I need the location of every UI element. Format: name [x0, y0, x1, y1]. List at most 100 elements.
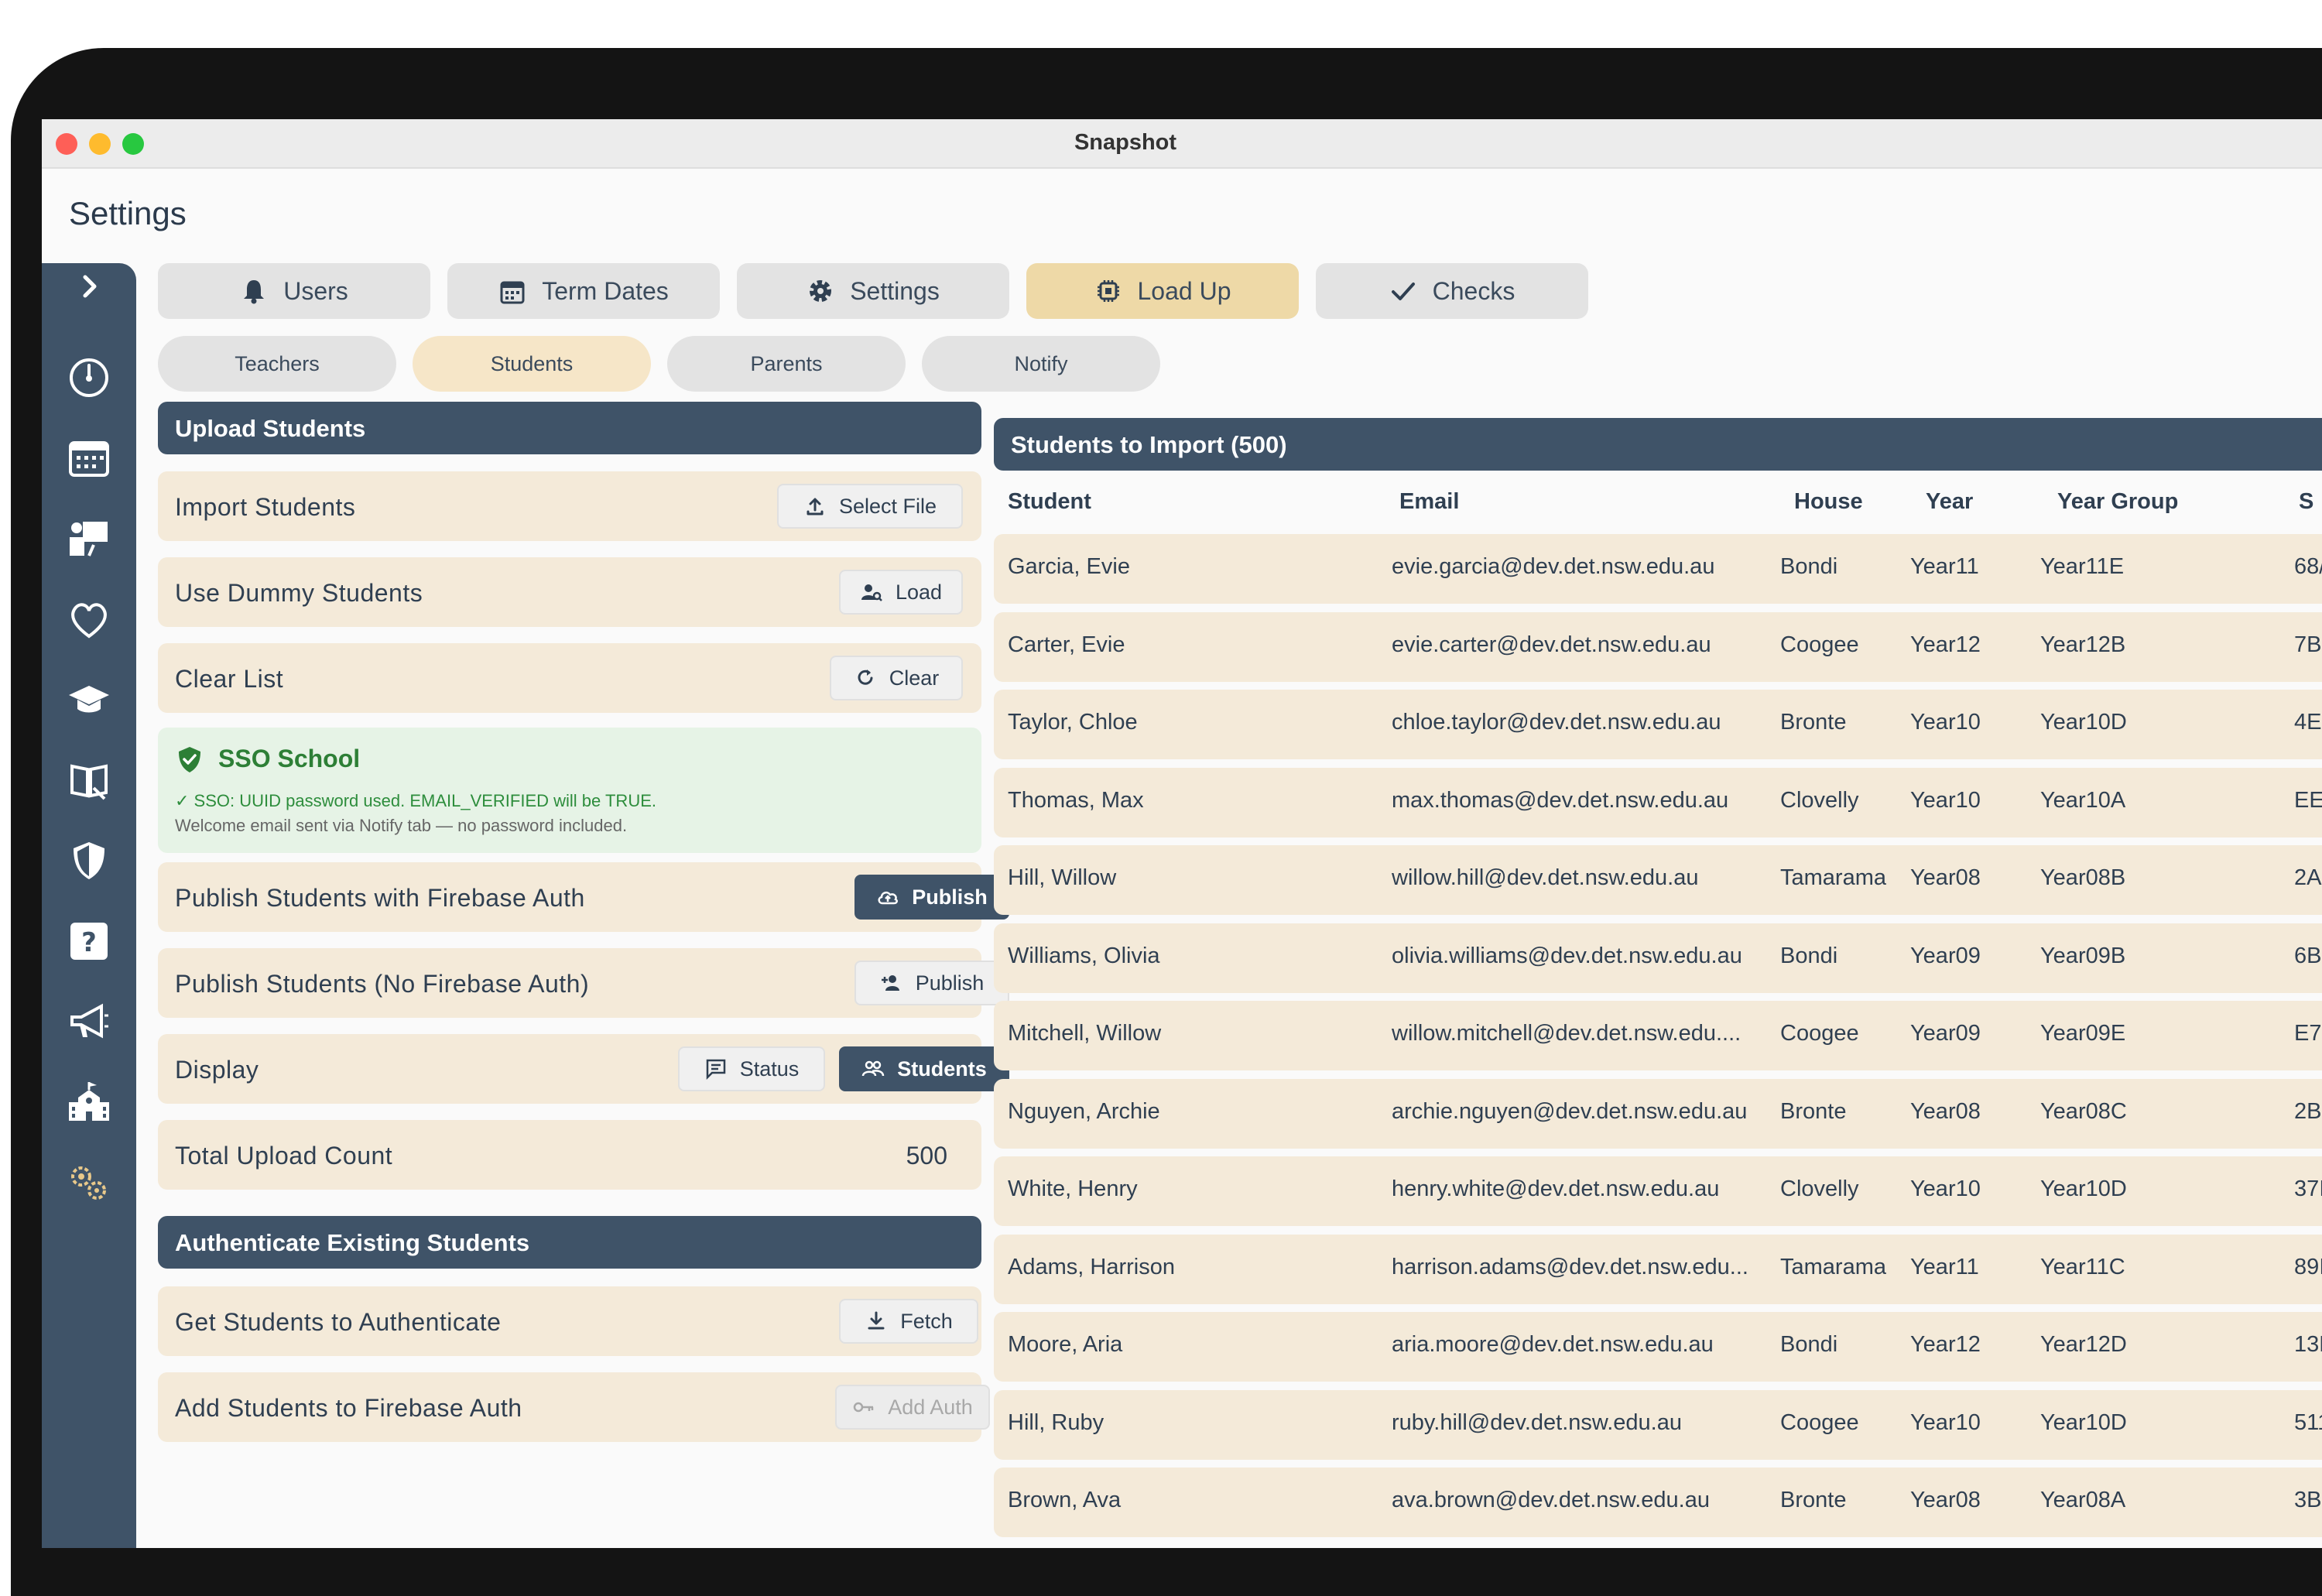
column-header-year[interactable]: Year [1926, 489, 1973, 515]
tab-users-label: Users [283, 276, 348, 305]
help-icon[interactable]: ? [66, 918, 112, 964]
email-cell: max.thomas@dev.det.nsw.edu.au [1392, 787, 1729, 813]
student-name-cell: Carter, Evie [1008, 632, 1125, 657]
clear-list-label: Clear List [175, 665, 284, 693]
subtab-students[interactable]: Students [413, 336, 651, 392]
table-row[interactable]: Hill, Ruby ruby.hill@dev.det.nsw.edu.au Co… [994, 1389, 2322, 1460]
tab-users[interactable]: Users [158, 263, 430, 319]
publish-with-auth-button[interactable]: Publish [854, 875, 1009, 920]
gear-icon [810, 280, 832, 302]
student-name-cell: Moore, Aria [1008, 1332, 1123, 1357]
table-row[interactable]: Mitchell, Willow willow.mitchell@dev.det.… [994, 1001, 2322, 1070]
tab-settings[interactable]: Settings [737, 263, 1009, 319]
subtab-notify[interactable]: Notify [922, 336, 1160, 392]
id-cell: 3B1 [2294, 1488, 2322, 1512]
subtab-teachers[interactable]: Teachers [158, 336, 396, 392]
zoom-window-button[interactable] [122, 133, 144, 155]
student-name-cell: Garcia, Evie [1008, 554, 1130, 579]
load-button[interactable]: Load [839, 570, 963, 615]
tab-checks[interactable]: Checks [1316, 263, 1588, 319]
house-cell: Tamarama [1780, 865, 1886, 890]
book-icon[interactable] [66, 757, 112, 803]
dashboard-icon[interactable] [66, 354, 112, 401]
house-cell: Bondi [1780, 943, 1838, 968]
table-row[interactable]: Carter, Evie evie.carter@dev.det.nsw.edu.… [994, 611, 2322, 682]
year-cell: Year08 [1910, 865, 1981, 890]
subtab-students-label: Students [490, 351, 574, 375]
table-row[interactable]: Hill, Willow willow.hill@dev.det.nsw.edu.… [994, 845, 2322, 915]
tab-settings-label: Settings [850, 276, 940, 305]
house-cell: Coogee [1780, 632, 1859, 657]
year-cell: Year11 [1910, 554, 1979, 579]
student-name-cell: Mitchell, Willow [1008, 1021, 1162, 1046]
table-row[interactable]: Brown, Ava ava.brown@dev.det.nsw.edu.au Br… [994, 1468, 2322, 1537]
student-name-cell: Taylor, Chloe [1008, 710, 1138, 735]
table-row[interactable]: White, Henry henry.white@dev.det.nsw.edu.… [994, 1156, 2322, 1226]
teacher-icon[interactable] [66, 515, 112, 562]
fetch-label: Fetch [900, 1309, 953, 1333]
total-upload-count: 500 [906, 1142, 947, 1170]
id-cell: 511 [2294, 1409, 2322, 1435]
house-cell: Clovelly [1780, 787, 1859, 813]
publish-auth-row: Publish Students with Firebase Auth Publ… [158, 862, 1009, 932]
year-cell: Year11 [1910, 1254, 1979, 1279]
table-row[interactable]: Adams, Harrison harrison.adams@dev.det.ns… [994, 1234, 2322, 1304]
load-label: Load [895, 580, 943, 604]
year-group-cell: Year10D [2040, 710, 2127, 735]
display-status-button[interactable]: Status [678, 1046, 825, 1091]
year-cell: Year12 [1910, 632, 1981, 657]
fetch-button[interactable]: Fetch [839, 1299, 978, 1344]
calendar-icon[interactable] [66, 435, 112, 481]
email-cell: evie.carter@dev.det.nsw.edu.au [1392, 632, 1711, 657]
table-row[interactable]: Taylor, Chloe chloe.taylor@dev.det.nsw.ed… [994, 690, 2322, 759]
megaphone-icon[interactable] [66, 998, 112, 1045]
year-group-cell: Year11C [2040, 1254, 2125, 1279]
email-cell: ava.brown@dev.det.nsw.edu.au [1392, 1488, 1710, 1512]
select-file-button[interactable]: Select File [777, 484, 963, 529]
table-row[interactable]: Garcia, Evie evie.garcia@dev.det.nsw.edu.… [994, 534, 2322, 604]
student-name-cell: Brown, Ava [1008, 1488, 1122, 1512]
display-students-button[interactable]: Students [839, 1046, 1009, 1091]
shield-icon[interactable] [66, 837, 112, 884]
house-cell: Tamarama [1780, 1254, 1886, 1279]
title-bar: Snapshot [42, 119, 2322, 169]
table-row[interactable]: Thomas, Max max.thomas@dev.det.nsw.edu.au… [994, 767, 2322, 837]
calendar-icon [500, 281, 525, 304]
download-icon [868, 1311, 885, 1330]
house-cell: Bondi [1780, 1332, 1838, 1357]
subtab-parents[interactable]: Parents [667, 336, 906, 392]
bell-icon [244, 280, 265, 304]
clear-button[interactable]: Clear [830, 656, 963, 700]
id-cell: 2A! [2294, 865, 2322, 890]
year-cell: Year10 [1910, 1176, 1981, 1201]
column-header-house[interactable]: House [1794, 489, 1863, 515]
minimize-window-button[interactable] [89, 133, 111, 155]
publish-no-auth-button[interactable]: Publish [854, 961, 1009, 1005]
gears-icon[interactable] [66, 1159, 112, 1206]
graduation-cap-icon[interactable] [66, 676, 112, 723]
user-search-icon [861, 584, 882, 601]
chevron-right-icon[interactable] [66, 263, 112, 310]
table-row[interactable]: Nguyen, Archie archie.nguyen@dev.det.nsw.… [994, 1078, 2322, 1149]
student-name-cell: Hill, Willow [1008, 865, 1117, 890]
check-icon [1391, 283, 1415, 300]
add-auth-button[interactable]: Add Auth [835, 1385, 990, 1430]
column-header-year-group[interactable]: Year Group [2057, 489, 2178, 515]
school-icon[interactable] [66, 1079, 112, 1125]
heart-icon[interactable] [66, 596, 112, 642]
sidebar: ? [42, 263, 136, 1548]
select-file-label: Select File [838, 494, 937, 518]
table-row[interactable]: Williams, Olivia olivia.williams@dev.det.… [994, 923, 2322, 993]
id-cell: 6B! [2294, 943, 2322, 968]
column-header-student[interactable]: Student [1008, 489, 1091, 515]
table-row[interactable]: Moore, Aria aria.moore@dev.det.nsw.edu.au… [994, 1312, 2322, 1382]
year-group-cell: Year10D [2040, 1409, 2127, 1435]
get-students-row: Get Students to Authenticate Fetch [158, 1286, 981, 1356]
tab-checks-label: Checks [1432, 276, 1515, 305]
column-header-s[interactable]: S [2299, 489, 2313, 515]
column-header-email[interactable]: Email [1399, 489, 1459, 515]
close-window-button[interactable] [56, 133, 77, 155]
year-cell: Year08 [1910, 1098, 1981, 1124]
tab-load-up[interactable]: Load Up [1026, 263, 1299, 319]
tab-term-dates[interactable]: Term Dates [447, 263, 720, 319]
